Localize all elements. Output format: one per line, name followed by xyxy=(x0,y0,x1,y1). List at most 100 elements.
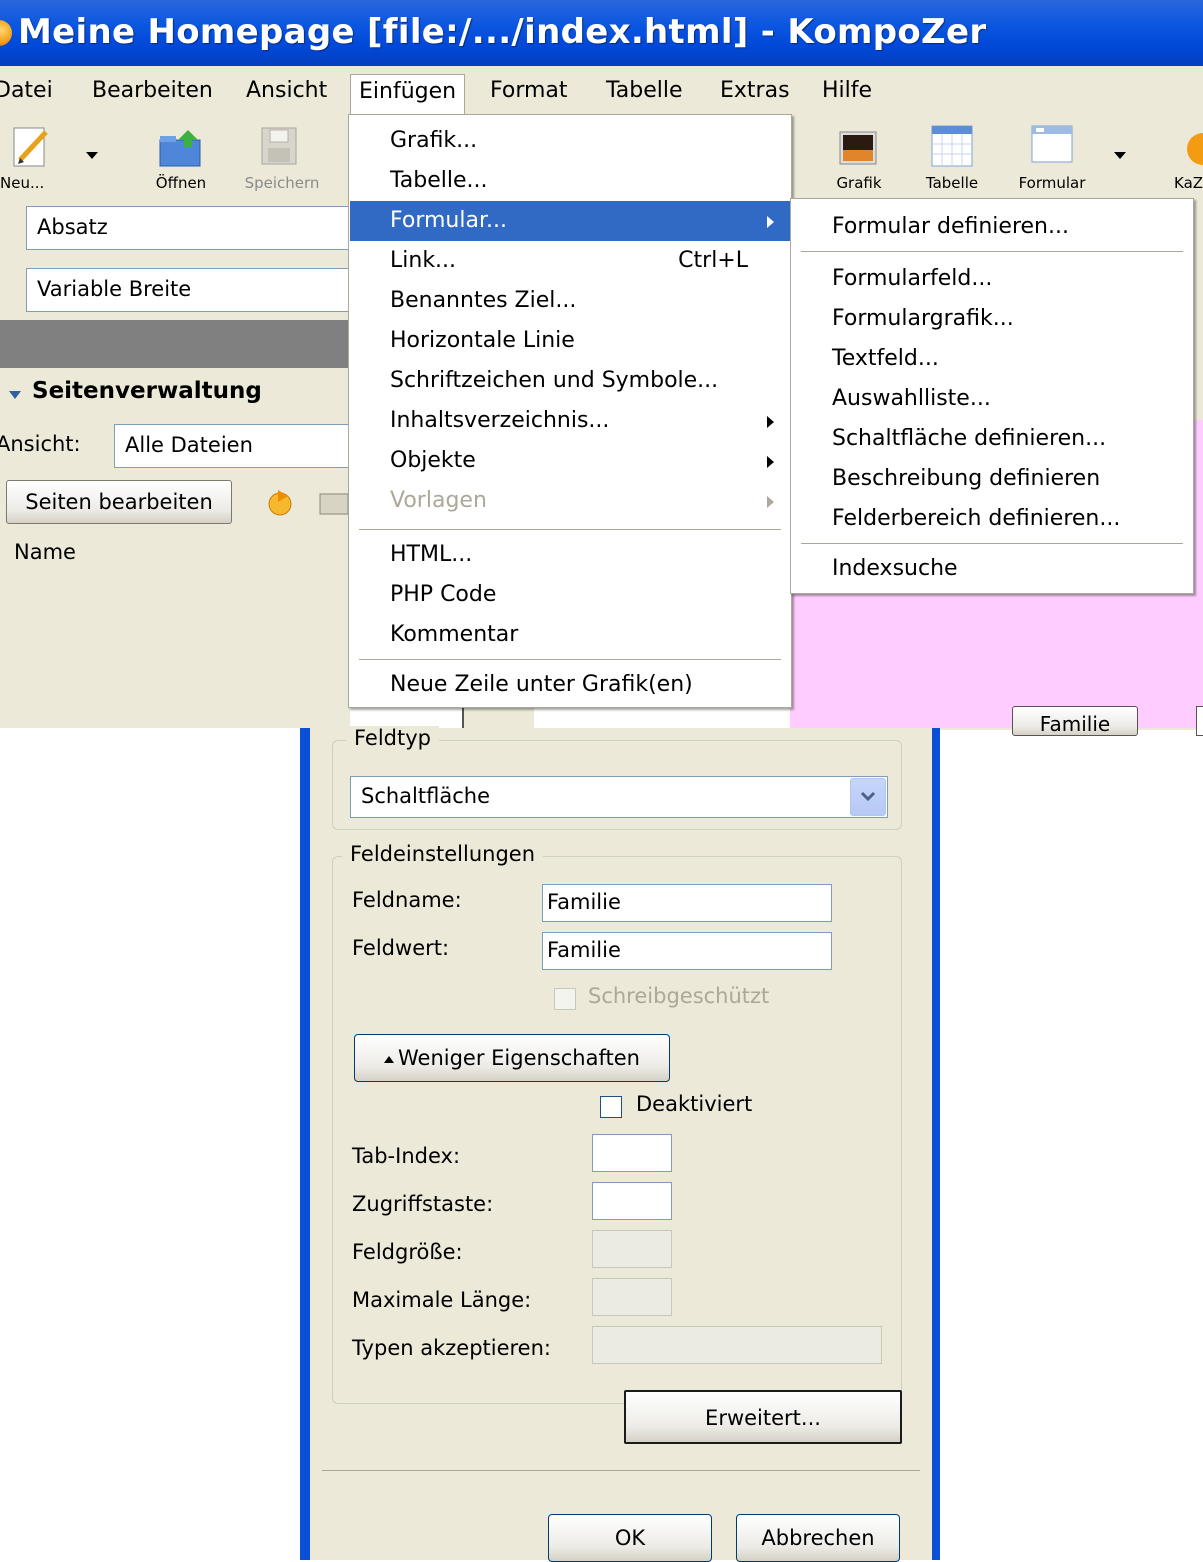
maxlength-input xyxy=(592,1278,672,1316)
submenu-item-formulargrafik[interactable]: Formulargrafik... xyxy=(792,299,1192,339)
fieldtype-legend: Feldtyp xyxy=(346,726,440,750)
accept-types-label: Typen akzeptieren: xyxy=(352,1336,551,1360)
image-button[interactable]: Grafik xyxy=(824,116,894,200)
site-manager-panel: Seitenverwaltung Ansicht: Alle Dateien S… xyxy=(0,368,374,728)
fieldtype-dropdown-button[interactable] xyxy=(850,778,886,816)
menu-bar: Datei Bearbeiten Ansicht Einfügen Format… xyxy=(0,66,1203,116)
kaz-button[interactable]: KaZ xyxy=(1168,116,1203,200)
menu-bearbeiten[interactable]: Bearbeiten xyxy=(84,74,221,108)
new-document-icon xyxy=(13,127,48,167)
less-properties-button[interactable]: Weniger Eigenschaften xyxy=(354,1034,670,1082)
triangle-up-icon xyxy=(384,1055,394,1063)
settings-legend: Feldeinstellungen xyxy=(342,842,544,866)
menu-extras[interactable]: Extras xyxy=(712,74,798,108)
menu-item-benanntes-ziel[interactable]: Benanntes Ziel... xyxy=(350,281,790,321)
menu-separator xyxy=(359,529,781,530)
menu-ansicht[interactable]: Ansicht xyxy=(238,74,335,108)
fieldtype-select[interactable]: Schaltfläche xyxy=(350,776,888,818)
site-panel-title: Seitenverwaltung xyxy=(32,378,262,404)
tabindex-input[interactable] xyxy=(592,1134,672,1172)
menu-item-grafik[interactable]: Grafik... xyxy=(350,121,790,161)
menu-format[interactable]: Format xyxy=(482,74,576,108)
collapse-arrow-icon[interactable] xyxy=(8,388,22,402)
menu-item-objekte[interactable]: Objekte xyxy=(350,441,790,481)
submenu-item-textfeld[interactable]: Textfeld... xyxy=(792,339,1192,379)
view-label: Ansicht: xyxy=(0,432,81,456)
title-bar: Meine Homepage [file:/.../index.html] - … xyxy=(0,0,1203,66)
submenu-item-schaltflaeche[interactable]: Schaltfläche definieren... xyxy=(792,419,1192,459)
menu-item-horizontale-linie[interactable]: Horizontale Linie xyxy=(350,321,790,361)
menu-item-php-code[interactable]: PHP Code xyxy=(350,575,790,615)
fieldvalue-input[interactable]: Familie xyxy=(542,932,832,970)
accesskey-label: Zugriffstaste: xyxy=(352,1192,494,1216)
new-dropdown-arrow[interactable] xyxy=(86,152,98,159)
chevron-down-icon xyxy=(860,791,876,802)
fieldsize-input xyxy=(592,1230,672,1268)
menu-item-kommentar[interactable]: Kommentar xyxy=(350,615,790,655)
submenu-item-formularfeld[interactable]: Formularfeld... xyxy=(792,259,1192,299)
editor-splitter[interactable] xyxy=(462,706,534,730)
refresh-icon[interactable] xyxy=(264,486,296,518)
table-icon xyxy=(931,125,973,167)
menu-item-neue-zeile[interactable]: Neue Zeile unter Grafik(en) xyxy=(350,665,790,705)
new-button[interactable]: Neu... xyxy=(0,116,74,200)
submenu-item-indexsuche[interactable]: Indexsuche xyxy=(792,549,1192,589)
menu-item-formular[interactable]: Formular... xyxy=(350,201,790,241)
cancel-button[interactable]: Abbrechen xyxy=(736,1514,900,1562)
submenu-item-formular-definieren[interactable]: Formular definieren... xyxy=(792,207,1192,247)
menu-item-link[interactable]: Link... Ctrl+L xyxy=(350,241,790,281)
form-icon xyxy=(1031,125,1073,163)
table-button[interactable]: Tabelle xyxy=(910,116,994,200)
menu-item-vorlagen: Vorlagen xyxy=(350,481,790,521)
fieldname-label: Feldname: xyxy=(352,888,462,912)
disabled-checkbox[interactable] xyxy=(600,1096,622,1118)
menu-separator xyxy=(801,543,1183,544)
maxlength-label: Maximale Länge: xyxy=(352,1288,532,1312)
dialog-separator xyxy=(322,1470,920,1471)
save-button[interactable]: Speichern xyxy=(232,116,332,200)
form-field-properties-dialog: Feldtyp Schaltfläche Feldeinstellungen F… xyxy=(310,726,932,1562)
fieldvalue-label: Feldwert: xyxy=(352,936,450,960)
ok-button[interactable]: OK xyxy=(548,1514,712,1562)
form-submenu: Formular definieren... Formularfeld... F… xyxy=(790,198,1194,594)
open-button[interactable]: Öffnen xyxy=(136,116,226,200)
image-icon xyxy=(839,131,877,165)
page-button-familie[interactable]: Familie xyxy=(1012,706,1138,736)
readonly-label: Schreibgeschützt xyxy=(588,984,770,1008)
menu-tabelle[interactable]: Tabelle xyxy=(598,74,691,108)
menu-datei[interactable]: Datei xyxy=(0,74,61,108)
view-select[interactable]: Alle Dateien xyxy=(114,424,374,468)
accesskey-input[interactable] xyxy=(592,1182,672,1220)
tabindex-label: Tab-Index: xyxy=(352,1144,461,1168)
open-folder-icon xyxy=(159,130,201,167)
submenu-item-auswahlliste[interactable]: Auswahlliste... xyxy=(792,379,1192,419)
kazoo-icon xyxy=(1187,133,1203,165)
insert-menu: Grafik... Tabelle... Formular... Link...… xyxy=(348,114,792,708)
app-icon xyxy=(0,20,12,46)
edit-pages-button[interactable]: Seiten bearbeiten xyxy=(6,480,232,524)
menu-separator xyxy=(801,251,1183,252)
submenu-item-felderbereich[interactable]: Felderbereich definieren... xyxy=(792,499,1192,539)
menu-hilfe[interactable]: Hilfe xyxy=(814,74,880,108)
submenu-arrow-icon xyxy=(767,216,774,228)
advanced-button[interactable]: Erweitert... xyxy=(624,1390,902,1444)
page-button-partial[interactable] xyxy=(1196,706,1203,736)
fieldname-input[interactable]: Familie xyxy=(542,884,832,922)
form-button[interactable]: Formular xyxy=(1004,116,1100,200)
menu-einfuegen[interactable]: Einfügen xyxy=(350,74,466,116)
window-title: Meine Homepage [file:/.../index.html] - … xyxy=(18,12,987,52)
font-select[interactable]: Variable Breite xyxy=(26,268,356,312)
name-column-header[interactable]: Name xyxy=(14,540,76,564)
link-shortcut: Ctrl+L xyxy=(678,248,748,273)
menu-item-inhaltsverzeichnis[interactable]: Inhaltsverzeichnis... xyxy=(350,401,790,441)
folder-icon[interactable] xyxy=(318,486,350,518)
disabled-label: Deaktiviert xyxy=(636,1092,753,1116)
menu-item-tabelle[interactable]: Tabelle... xyxy=(350,161,790,201)
submenu-arrow-icon xyxy=(767,416,774,428)
menu-item-schriftzeichen[interactable]: Schriftzeichen und Symbole... xyxy=(350,361,790,401)
submenu-item-beschreibung[interactable]: Beschreibung definieren xyxy=(792,459,1192,499)
menu-item-html[interactable]: HTML... xyxy=(350,535,790,575)
form-dropdown-arrow[interactable] xyxy=(1114,152,1126,159)
fieldsize-label: Feldgröße: xyxy=(352,1240,463,1264)
paragraph-style-select[interactable]: Absatz xyxy=(26,206,356,250)
